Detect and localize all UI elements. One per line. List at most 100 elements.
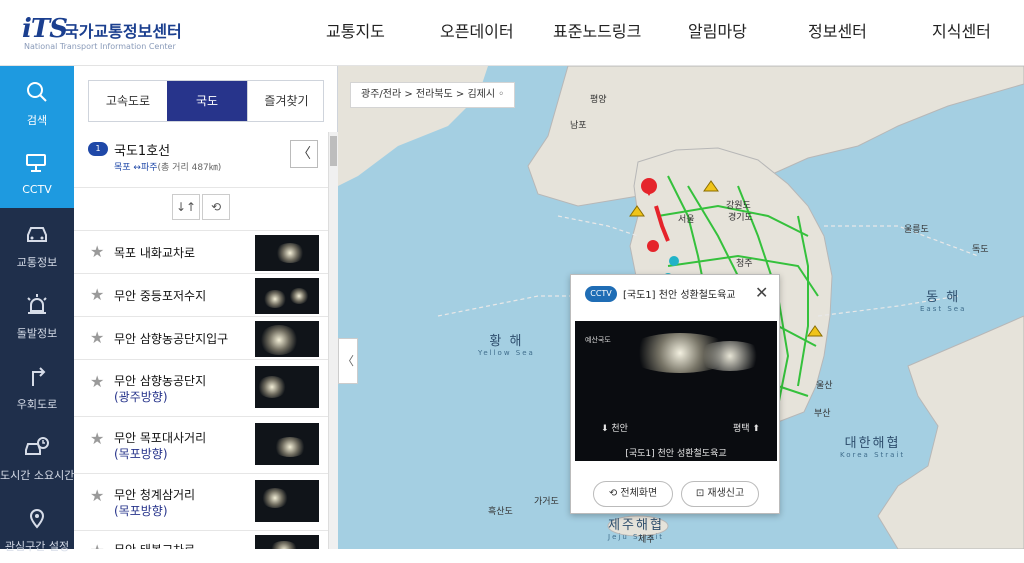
route-summary: 목포 ↔파주(총 거리 487㎞) <box>114 160 221 173</box>
list-item[interactable]: ★ 무안 태봉교차로 <box>74 530 330 549</box>
nav-open-data[interactable]: 오픈데이터 <box>440 18 514 42</box>
popup-title: [국도1] 천안 성환철도육교 <box>623 290 736 301</box>
list-item[interactable]: ★ 무안 중등포저수지 <box>74 273 330 316</box>
cctv-name: 무안 삼향농공단지 <box>114 374 207 388</box>
video-direction-right: 평택 ⬆ <box>733 424 760 434</box>
city-label: 평양 <box>590 95 607 105</box>
route-number-badge: 1 <box>88 142 108 156</box>
list-item[interactable]: ★ 목포 내화교차로 <box>74 230 330 273</box>
region-breadcrumb[interactable]: 광주/전라 > 전라북도 > 김제시 ◦ <box>350 82 516 108</box>
swap-direction-button[interactable]: ↓↑ <box>172 194 200 220</box>
cctv-thumbnail[interactable] <box>255 480 319 522</box>
car-icon <box>27 227 47 242</box>
sea-label: 황 해 Yellow Sea <box>478 334 535 357</box>
travel-time-icon <box>25 437 49 455</box>
scrollbar-thumb[interactable] <box>330 136 337 166</box>
rail-label: 우회도로 <box>16 398 58 411</box>
video-direction-left: ⬇ 천안 <box>601 424 628 434</box>
cctv-badge: CCTV <box>585 286 617 302</box>
cctv-name: 무안 태봉교차로 <box>114 541 195 549</box>
panel-scrollbar[interactable] <box>328 132 338 549</box>
favorite-star-icon[interactable]: ★ <box>90 242 104 261</box>
cctv-panel: 고속도로 국도 즐겨찾기 1 국도1호선 목포 ↔파주(총 거리 487㎞) 〈… <box>74 66 338 549</box>
nav-node-link[interactable]: 표준노드링크 <box>553 18 641 42</box>
tab-expressway[interactable]: 고속도로 <box>89 81 167 121</box>
report-button[interactable]: ⊡ 재생신고 <box>681 481 759 507</box>
road-type-tabs: 고속도로 국도 즐겨찾기 <box>88 80 324 122</box>
rail-travel-time[interactable]: 도시간 소요시간 <box>0 421 74 492</box>
nav-traffic-map[interactable]: 교통지도 <box>326 18 385 42</box>
favorite-star-icon[interactable]: ★ <box>90 429 104 448</box>
route-from-to: 목포 ↔파주 <box>114 163 158 173</box>
nav-notice[interactable]: 알림마당 <box>688 18 747 42</box>
cctv-thumbnail[interactable] <box>255 278 319 314</box>
cctv-name: 목포 내화교차로 <box>114 246 196 260</box>
favorite-star-icon[interactable]: ★ <box>90 541 104 549</box>
rail-search[interactable]: 검색 <box>0 66 74 137</box>
tab-national-road[interactable]: 국도 <box>167 81 247 121</box>
rail-detour[interactable]: 우회도로 <box>0 350 74 421</box>
fullscreen-button[interactable]: ⟲ 전체화면 <box>593 481 673 507</box>
favorite-star-icon[interactable]: ★ <box>90 285 104 304</box>
video-caption: [국도1] 천안 성환철도육교 <box>625 449 727 459</box>
detour-icon <box>32 367 46 386</box>
city-label: 독도 <box>972 245 989 255</box>
cctv-popup: CCTV [국도1] 천안 성환철도육교 ✕ 예산국도 ⬇ 천안 평택 ⬆ [국… <box>570 274 780 514</box>
rail-favorite-section[interactable]: 관심구간 설정 <box>0 492 74 563</box>
city-label: 흑산도 <box>488 507 513 517</box>
left-rail: 검색 CCTV 교통정보 돌발정보 우회도로 도시간 소요시간 관심구간 설정 <box>0 66 74 553</box>
city-label: 남포 <box>570 121 587 131</box>
cctv-thumbnail[interactable] <box>255 235 319 271</box>
rail-incident[interactable]: 돌발정보 <box>0 279 74 350</box>
route-distance: (총 거리 487㎞) <box>157 163 222 173</box>
rail-label: 교통정보 <box>16 256 58 269</box>
close-icon[interactable]: ✕ <box>755 283 768 302</box>
cctv-video[interactable]: 예산국도 ⬇ 천안 평택 ⬆ [국도1] 천안 성환철도육교 <box>575 321 777 461</box>
city-label: 서울 <box>678 215 695 225</box>
logo-mark: iTS <box>22 14 68 44</box>
cctv-thumbnail[interactable] <box>255 321 319 357</box>
rail-label: 검색 <box>26 114 48 127</box>
favorite-star-icon[interactable]: ★ <box>90 372 104 391</box>
rail-cctv[interactable]: CCTV <box>0 137 74 208</box>
city-label: 부산 <box>814 409 831 419</box>
list-item[interactable]: ★ 무안 목포대사거리 (목포방향) <box>74 416 330 473</box>
sea-label: 대한해협 Korea Strait <box>840 436 906 459</box>
city-label: 제주 <box>638 535 655 545</box>
cctv-direction: (목포방향) <box>114 504 168 518</box>
favorite-star-icon[interactable]: ★ <box>90 328 104 347</box>
logo-name-en: National Transport Information Center <box>24 42 176 51</box>
cctv-list: ★ 목포 내화교차로 ★ 무안 중등포저수지 ★ 무안 삼향농공단지입구 ★ 무… <box>74 230 330 549</box>
route-header: 1 국도1호선 목포 ↔파주(총 거리 487㎞) 〈 <box>74 132 330 188</box>
city-label: 청주 <box>736 259 753 269</box>
cctv-thumbnail[interactable] <box>255 423 319 465</box>
sea-label: 제주해협 Jeju Strait <box>608 518 665 541</box>
city-label: 울릉도 <box>904 225 929 235</box>
favorite-star-icon[interactable]: ★ <box>90 486 104 505</box>
route-back-button[interactable]: 〈 <box>290 140 318 168</box>
alert-icon <box>27 294 47 314</box>
cctv-direction: (목포방향) <box>114 447 168 461</box>
tab-favorites[interactable]: 즐겨찾기 <box>247 81 325 121</box>
nav-info-center[interactable]: 정보센터 <box>808 18 867 42</box>
cctv-name: 무안 청계삼거리 <box>114 488 196 502</box>
nav-knowledge-center[interactable]: 지식센터 <box>932 18 991 42</box>
city-label: 가거도 <box>534 497 559 507</box>
video-overlay-label: 예산국도 <box>585 336 611 344</box>
list-item[interactable]: ★ 무안 청계삼거리 (목포방향) <box>74 473 330 530</box>
panel-toggle-button[interactable]: 〈 <box>338 338 358 384</box>
rail-label: 도시간 소요시간 <box>0 469 75 482</box>
cctv-name: 무안 삼향농공단지입구 <box>114 332 229 346</box>
site-logo[interactable]: iTS 국가교통정보센터 National Transport Informat… <box>22 12 222 54</box>
route-name: 국도1호선 <box>114 144 171 159</box>
search-icon <box>27 82 47 102</box>
site-header: iTS 국가교통정보센터 National Transport Informat… <box>0 0 1024 66</box>
rail-traffic-info[interactable]: 교통정보 <box>0 208 74 279</box>
list-item[interactable]: ★ 무안 삼향농공단지 (광주방향) <box>74 359 330 416</box>
cctv-name: 무안 목포대사거리 <box>114 431 207 445</box>
cctv-thumbnail[interactable] <box>255 366 319 408</box>
cctv-direction: (광주방향) <box>114 390 168 404</box>
cctv-thumbnail[interactable] <box>255 535 319 549</box>
list-item[interactable]: ★ 무안 삼향농공단지입구 <box>74 316 330 359</box>
refresh-button[interactable]: ⟲ <box>202 194 230 220</box>
